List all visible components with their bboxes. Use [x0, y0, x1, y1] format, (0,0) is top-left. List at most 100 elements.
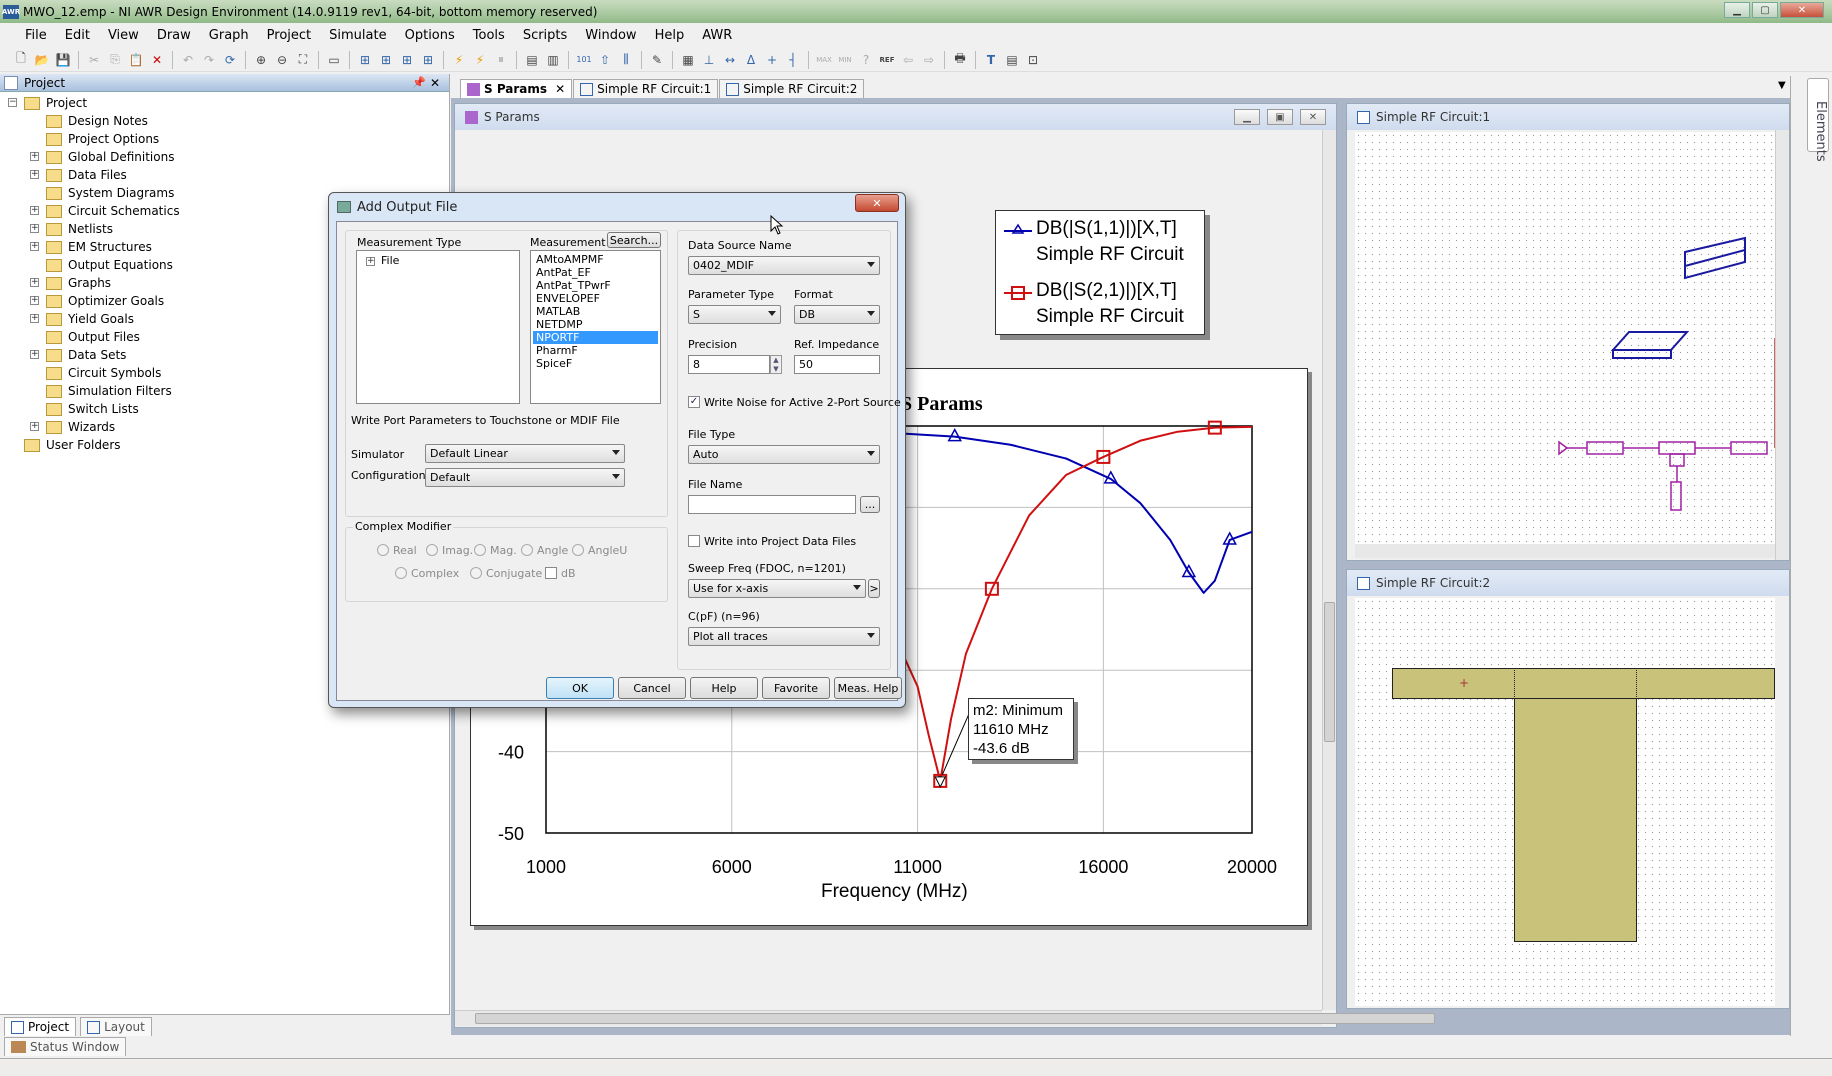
- configuration-select[interactable]: Default: [425, 468, 625, 487]
- expand-file-icon[interactable]: +: [366, 257, 375, 266]
- delete-icon[interactable]: ✕: [148, 51, 166, 69]
- tree-item-data-files[interactable]: Data Files: [46, 166, 127, 184]
- expand-icon[interactable]: +: [30, 206, 39, 215]
- copy-icon[interactable]: ⎘: [106, 51, 124, 69]
- db-checkbox[interactable]: [545, 567, 557, 579]
- bits-icon[interactable]: 101: [575, 51, 593, 69]
- horizontal-scrollbar[interactable]: [455, 1010, 1435, 1026]
- browse-button[interactable]: ...: [860, 496, 880, 513]
- schematic3-icon[interactable]: ⊞: [398, 51, 416, 69]
- favorite-button[interactable]: Favorite: [762, 677, 830, 699]
- menu-draw[interactable]: Draw: [148, 28, 200, 43]
- format-select[interactable]: DB: [794, 305, 880, 324]
- schematic-icon[interactable]: ⊞: [356, 51, 374, 69]
- menu-project[interactable]: Project: [258, 28, 320, 43]
- measurement-type-tree[interactable]: + File: [356, 250, 520, 404]
- expand-icon[interactable]: +: [30, 350, 39, 359]
- open-icon[interactable]: 📂: [33, 51, 51, 69]
- paste-icon[interactable]: 📋: [127, 51, 145, 69]
- simulator-select[interactable]: Default Linear: [425, 444, 625, 463]
- undo-icon[interactable]: ↶: [179, 51, 197, 69]
- tree-item-user-folders[interactable]: User Folders: [24, 436, 121, 454]
- menu-help[interactable]: Help: [646, 28, 694, 43]
- tree-item-project[interactable]: Project: [24, 94, 87, 112]
- text-icon[interactable]: T: [982, 51, 1000, 69]
- tune-icon[interactable]: ⚡: [471, 51, 489, 69]
- menu-awr[interactable]: AWR: [693, 28, 741, 43]
- menu-scripts[interactable]: Scripts: [514, 28, 576, 43]
- search-button[interactable]: Search...: [607, 232, 661, 248]
- tree-item-netlists[interactable]: Netlists: [46, 220, 113, 238]
- min-icon[interactable]: MIN: [836, 51, 854, 69]
- tree-item-em-structures[interactable]: EM Structures: [46, 238, 152, 256]
- ref-impedance-input[interactable]: 50: [794, 355, 880, 374]
- close-button[interactable]: ✕: [1300, 109, 1326, 125]
- maximize-button[interactable]: ▢: [1752, 2, 1778, 18]
- refresh-icon[interactable]: ⟳: [221, 51, 239, 69]
- tree-item-output-equations[interactable]: Output Equations: [46, 256, 173, 274]
- properties-icon[interactable]: ▤: [523, 51, 541, 69]
- tree-item-system-diagrams[interactable]: System Diagrams: [46, 184, 174, 202]
- measurement-item-matlab[interactable]: MATLAB: [533, 305, 658, 318]
- radio-angleu[interactable]: [572, 544, 584, 556]
- radio-complex[interactable]: [395, 567, 407, 579]
- tabs-dropdown-icon[interactable]: ▼: [1778, 80, 1786, 91]
- ref-icon[interactable]: REF: [878, 51, 896, 69]
- precision-input[interactable]: 8: [688, 355, 770, 374]
- expand-icon[interactable]: +: [30, 422, 39, 431]
- cut-icon[interactable]: ✂: [85, 51, 103, 69]
- expand-icon[interactable]: +: [30, 152, 39, 161]
- marker-icon[interactable]: ⊥: [700, 51, 718, 69]
- sweep-more-button[interactable]: >: [868, 579, 880, 598]
- tab-simple-rf-circuit-2[interactable]: Simple RF Circuit:2: [719, 79, 865, 98]
- expand-icon[interactable]: +: [30, 170, 39, 179]
- menu-tools[interactable]: Tools: [464, 28, 514, 43]
- menu-file[interactable]: File: [16, 28, 56, 43]
- tree-item-simulation-filters[interactable]: Simulation Filters: [46, 382, 172, 400]
- data-source-select[interactable]: 0402_MDIF: [688, 256, 880, 275]
- add-graph-icon[interactable]: ▭: [325, 51, 343, 69]
- tree-item-optimizer-goals[interactable]: Optimizer Goals: [46, 292, 164, 310]
- tree-item-data-sets[interactable]: Data Sets: [46, 346, 126, 364]
- precision-spinner[interactable]: ▲ ▼: [770, 355, 782, 374]
- measurement-item-netdmp[interactable]: NETDMP: [533, 318, 658, 331]
- measurement-item-spicef[interactable]: SpiceF: [533, 357, 658, 370]
- redo-icon[interactable]: ↷: [200, 51, 218, 69]
- menu-edit[interactable]: Edit: [56, 28, 99, 43]
- menu-window[interactable]: Window: [576, 28, 645, 43]
- measurement-item-antpat-tpwrf[interactable]: AntPat_TPwrF: [533, 279, 658, 292]
- measurement-item-envelopef[interactable]: ENVELOPEF: [533, 292, 658, 305]
- close-button[interactable]: ✕: [1780, 2, 1824, 18]
- tab-project[interactable]: Project: [4, 1017, 77, 1036]
- expand-icon[interactable]: +: [30, 278, 39, 287]
- write-project-checkbox[interactable]: [688, 535, 700, 547]
- measurement-item-amtoampmf[interactable]: AMtoAMPMF: [533, 253, 658, 266]
- menu-view[interactable]: View: [99, 28, 148, 43]
- menu-options[interactable]: Options: [396, 28, 464, 43]
- measurement-list[interactable]: AMtoAMPMF AntPat_EF AntPat_TPwrF ENVELOPEF M…: [530, 250, 661, 404]
- expand-icon[interactable]: +: [30, 314, 39, 323]
- radio-mag[interactable]: [474, 544, 486, 556]
- help-button[interactable]: Help: [690, 677, 758, 699]
- layout-tee-junction[interactable]: [1514, 668, 1637, 699]
- connect-icon[interactable]: ⫼: [617, 51, 635, 69]
- view-all-icon[interactable]: ⛶: [294, 51, 312, 69]
- panel-close-icon[interactable]: ✕: [430, 76, 440, 90]
- marker-annotation[interactable]: m2: Minimum 11610 MHz -43.6 dB: [968, 698, 1074, 760]
- tree-item-yield-goals[interactable]: Yield Goals: [46, 310, 134, 328]
- file-name-input[interactable]: [688, 495, 856, 514]
- file-type-select[interactable]: Auto: [688, 445, 880, 464]
- schematic2-icon[interactable]: ⊞: [377, 51, 395, 69]
- tree-item-circuit-schematics[interactable]: Circuit Schematics: [46, 202, 180, 220]
- tree-item-design-notes[interactable]: Design Notes: [46, 112, 148, 130]
- tree-item-graphs[interactable]: Graphs: [46, 274, 111, 292]
- circuit1-hscroll[interactable]: [1355, 544, 1775, 558]
- menu-simulate[interactable]: Simulate: [320, 28, 395, 43]
- tab-simple-rf-circuit-1[interactable]: Simple RF Circuit:1: [573, 79, 719, 98]
- measurement-item-pharmf[interactable]: PharmF: [533, 344, 658, 357]
- max-icon[interactable]: MAX: [815, 51, 833, 69]
- back-icon[interactable]: ⇦: [899, 51, 917, 69]
- equation-icon[interactable]: ▥: [544, 51, 562, 69]
- print-icon[interactable]: 🖶: [951, 51, 969, 69]
- cancel-button[interactable]: Cancel: [618, 677, 686, 699]
